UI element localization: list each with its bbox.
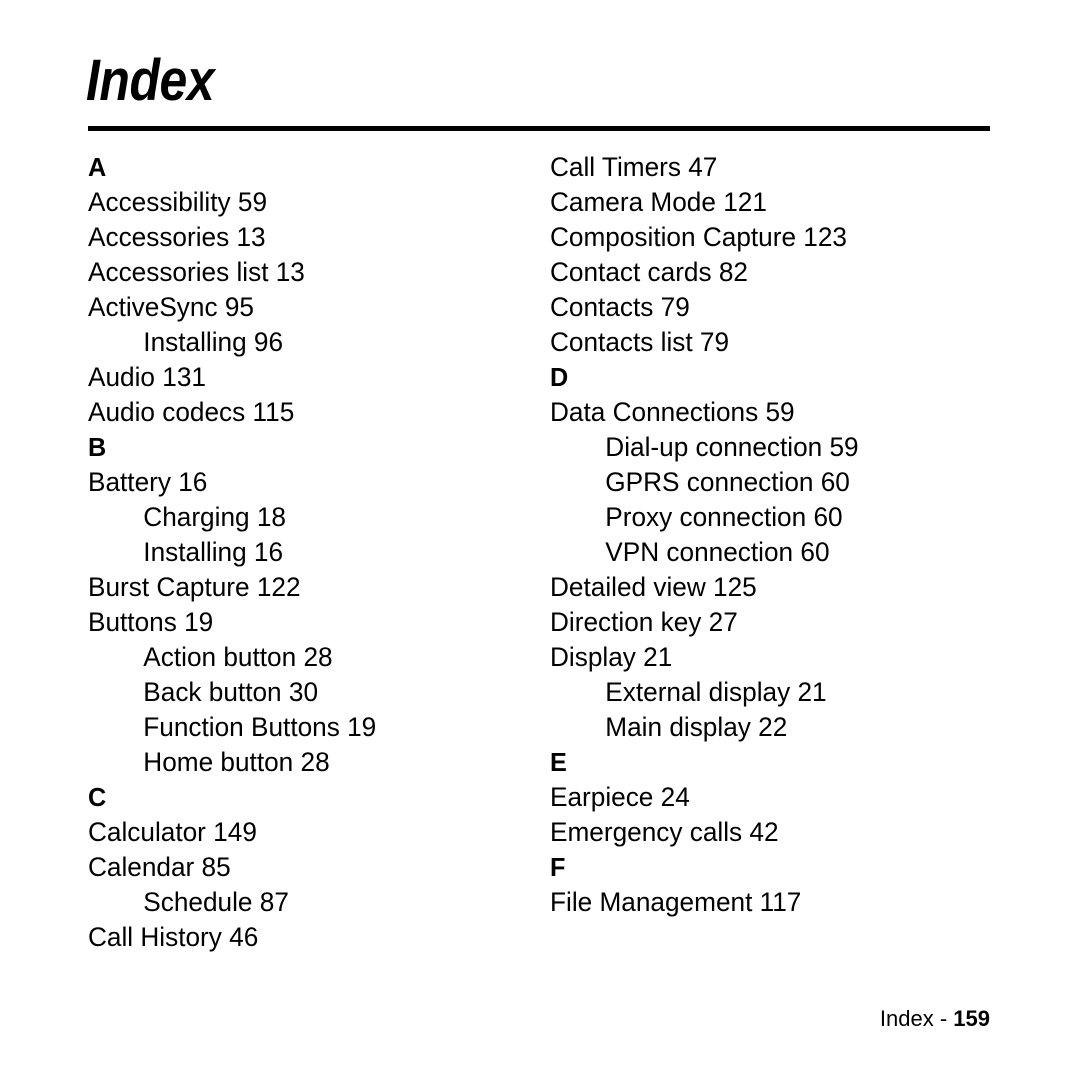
index-subentry: Back button 30: [143, 677, 319, 707]
index-subentry: Charging 18: [143, 502, 286, 532]
index-entry: Accessories list 13: [88, 257, 305, 287]
footer-page-number: 159: [953, 1006, 990, 1031]
index-subentry: GPRS connection 60: [605, 467, 850, 497]
index-entry: Emergency calls 42: [550, 817, 779, 847]
index-section-heading: E: [550, 747, 567, 777]
index-entry: Burst Capture 122: [88, 572, 301, 602]
index-entry: Direction key 27: [550, 607, 738, 637]
index-subentry: Installing 96: [143, 327, 284, 357]
index-subentry: Proxy connection 60: [605, 502, 843, 532]
index-column-right: Call Timers 47 Camera Mode 121 Composition…: [550, 150, 990, 920]
index-subentry: VPN connection 60: [605, 537, 830, 567]
index-column-left: A Accessibility 59 Accessories 13 Accessori…: [88, 150, 528, 955]
index-section-heading: A: [88, 152, 107, 182]
index-entry: Composition Capture 123: [550, 222, 848, 252]
index-entry: Contacts list 79: [550, 327, 730, 357]
index-entry: Accessories 13: [88, 222, 266, 252]
index-section-heading: F: [550, 852, 566, 882]
index-entry: Audio codecs 115: [88, 397, 295, 427]
index-entry: Buttons 19: [88, 607, 214, 637]
index-subentry: Main display 22: [605, 712, 788, 742]
title-divider: [88, 126, 990, 131]
index-subentry: Schedule 87: [143, 887, 289, 917]
index-subentry: Action button 28: [143, 642, 333, 672]
index-section-heading: C: [88, 782, 107, 812]
index-entry: Contact cards 82: [550, 257, 748, 287]
index-entry: Audio 131: [88, 362, 206, 392]
index-entry: Contacts 79: [550, 292, 690, 322]
index-subentry: External display 21: [605, 677, 827, 707]
index-entry: Call History 46: [88, 922, 259, 952]
footer-label: Index -: [879, 1006, 954, 1031]
index-entry: Calendar 85: [88, 852, 231, 882]
index-section-heading: D: [550, 362, 569, 392]
index-page: Index A Accessibility 59 Accessories 13 Acc…: [0, 0, 1080, 1080]
index-entry: Display 21: [550, 642, 673, 672]
index-entry: Call Timers 47: [550, 152, 718, 182]
index-entry: Calculator 149: [88, 817, 257, 847]
index-section-heading: B: [88, 432, 107, 462]
index-subentry: Installing 16: [143, 537, 284, 567]
index-entry: Data Connections 59: [550, 397, 795, 427]
index-entry: Battery 16: [88, 467, 208, 497]
index-entry: Camera Mode 121: [550, 187, 767, 217]
index-subentry: Home button 28: [143, 747, 330, 777]
index-entry: ActiveSync 95: [88, 292, 254, 322]
index-subentry: Function Buttons 19: [143, 712, 377, 742]
page-title: Index: [86, 48, 215, 113]
index-entry: Accessibility 59: [88, 187, 268, 217]
index-entry: Detailed view 125: [550, 572, 757, 602]
index-entry: Earpiece 24: [550, 782, 690, 812]
index-entry: File Management 117: [550, 887, 802, 917]
page-footer: Index - 159: [0, 1004, 990, 1034]
index-subentry: Dial-up connection 59: [605, 432, 859, 462]
